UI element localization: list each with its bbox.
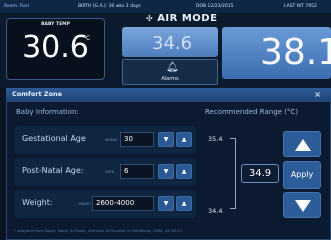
baby-temp-label: BABY TEMP — [41, 22, 70, 27]
last-weight-label: LAST WT 7952 — [284, 4, 317, 9]
gestational-age-decrement-button[interactable]: ▼ — [158, 132, 174, 147]
arrow-down-icon — [295, 200, 311, 212]
mode-label: AIR MODE — [157, 13, 218, 24]
close-icon[interactable]: × — [314, 88, 321, 101]
alarms-label: Alarms — [161, 76, 179, 82]
gestational-age-row: Gestational Age WEEKS 30 ▼ ▲ — [14, 126, 196, 154]
baby-info-heading: Baby Information: — [16, 108, 79, 116]
gestational-age-increment-button[interactable]: ▲ — [176, 132, 192, 147]
fan-icon: ✣ — [146, 14, 154, 23]
air-temp-value: 34.6 — [152, 33, 193, 54]
baby-temp-display[interactable]: BABY TEMP 30.6 °C — [6, 18, 105, 80]
gestational-age-unit: WEEKS — [105, 138, 118, 142]
birth-ga-label: BIRTH (G.A.): 30 wks 2 days — [78, 4, 141, 9]
room-label: Room: Fiori — [4, 4, 30, 9]
alarms-button[interactable]: 🔔︎ Alarms — [122, 59, 218, 85]
range-down-button[interactable] — [283, 192, 321, 218]
footnote: * Adapted from Sauer, Dane, & Visser, Ar… — [14, 228, 182, 233]
post-natal-age-unit: DAYS — [105, 170, 115, 174]
weight-row: Weight: GRAMS 2600-4000 ▼ ▲ — [14, 190, 196, 218]
comfort-zone-screen: Room: Fiori BIRTH (G.A.): 30 wks 2 days … — [0, 0, 331, 240]
post-natal-age-row: Post-Natal Age: DAYS 6 ▼ ▲ — [14, 158, 196, 186]
set-temp-value: 38.1 — [260, 32, 331, 73]
range-current-value: 34.9 — [241, 164, 279, 183]
range-high-value: 35.4 — [208, 135, 223, 143]
weight-increment-button[interactable]: ▲ — [176, 196, 192, 211]
recommended-range-heading: Recommended Range (°C) — [205, 108, 299, 116]
weight-input[interactable]: 2600-4000 — [92, 196, 154, 211]
dob-label: DOB 12/23/2015 — [196, 4, 234, 9]
post-natal-age-label: Post-Natal Age: — [22, 166, 84, 175]
air-temp-display[interactable]: 34.6 — [122, 27, 218, 57]
arrow-up-icon — [295, 139, 311, 151]
mode-indicator: ✣ AIR MODE — [146, 13, 217, 24]
baby-temp-unit: °C — [83, 35, 91, 42]
bell-icon: 🔔︎ — [166, 62, 179, 73]
gestational-age-input[interactable]: 30 — [120, 132, 154, 147]
range-low-value: 34.4 — [208, 207, 223, 215]
post-natal-age-increment-button[interactable]: ▲ — [176, 164, 192, 179]
weight-label: Weight: — [22, 198, 53, 207]
status-bar: Room: Fiori BIRTH (G.A.): 30 wks 2 days … — [0, 0, 331, 13]
gestational-age-label: Gestational Age — [22, 134, 86, 143]
weight-decrement-button[interactable]: ▼ — [158, 196, 174, 211]
range-bracket — [230, 138, 236, 209]
range-up-button[interactable] — [283, 131, 321, 157]
set-temp-display[interactable]: 38.1 — [222, 27, 331, 79]
post-natal-age-input[interactable]: 6 — [120, 164, 154, 179]
post-natal-age-decrement-button[interactable]: ▼ — [158, 164, 174, 179]
weight-unit: GRAMS — [78, 202, 91, 206]
apply-button[interactable]: Apply — [283, 161, 321, 189]
comfort-zone-titlebar: Comfort Zone × — [6, 88, 331, 101]
comfort-zone-title: Comfort Zone — [12, 90, 63, 98]
